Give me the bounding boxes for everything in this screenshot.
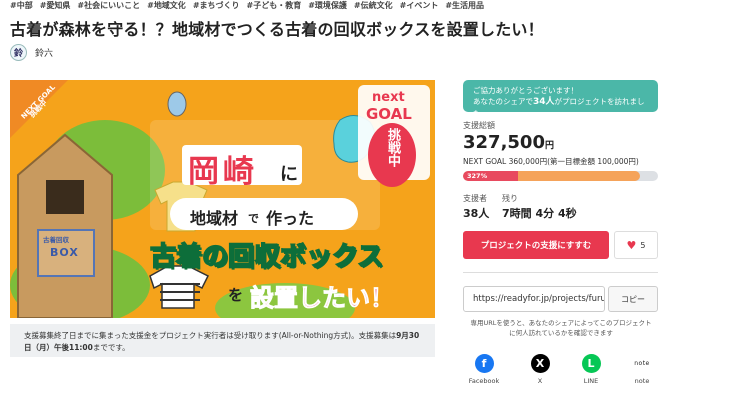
tag-list: #中部 #愛知県 #社会にいいこと #地域文化 #まちづくり #子ども・教育 #… [10, 0, 730, 12]
total-label: 支援総額 [463, 121, 495, 130]
thanks-count: 34人 [533, 97, 555, 107]
next-goal-line1: next [372, 90, 405, 105]
remaining-label: 残り [502, 194, 518, 203]
share-x-label: X [537, 377, 543, 385]
progress-label: 327% [467, 172, 488, 180]
favorite-button[interactable]: ♥ 5 [614, 231, 658, 259]
tag-link[interactable]: #伝統文化 [354, 0, 393, 12]
divider [463, 272, 658, 273]
hero-city: 岡崎 [188, 154, 258, 190]
tag-link[interactable]: #社会にいいこと [77, 0, 140, 12]
amount-currency: 円 [544, 141, 554, 151]
supporters-label: 支援者 [463, 194, 487, 203]
note-icon: note [632, 354, 652, 373]
share-url-field[interactable]: https://readyfor.jp/projects/furugi-okaz… [463, 286, 605, 312]
tag-link[interactable]: #中部 [10, 0, 33, 12]
share-line[interactable]: L LINE [571, 354, 611, 385]
remaining-value: 7時間 4分 4秒 [502, 207, 577, 220]
share-thanks-banner: ご協力ありがとうございます！ あなたのシェアで34人がプロジェクトを訪れました。 [463, 80, 658, 118]
hero-collection-box: 古着の回収ボックス [149, 241, 384, 273]
tag-link[interactable]: #イベント [400, 0, 439, 12]
thanks-line2-start: あなたのシェアで [473, 97, 533, 106]
owner-name[interactable]: 鈴六 [35, 46, 53, 59]
project-title: 古着が森林を守る！？地域材でつくる古着の回収ボックスを設置したい！ [10, 20, 544, 39]
owner-avatar[interactable]: 鈴 [10, 44, 27, 61]
notice-text: 支援募集終了日までに集まった支援金をプロジェクト実行者は受け取ります(All-o… [24, 331, 397, 340]
hero-de: で [248, 212, 259, 225]
supporters-value: 38人 [463, 207, 490, 220]
share-facebook-label: Facebook [468, 377, 500, 385]
tag-link[interactable]: #まちづくり [193, 0, 240, 12]
project-hero-image: NEXT GOAL 挑戦中 next GOAL 挑戦中 岡崎 に 地域材 で 作… [10, 80, 435, 318]
box-sign-top: 古着回収 [43, 236, 69, 244]
thanks-line1: ご協力ありがとうございます！ [473, 86, 578, 95]
tag-link[interactable]: #子ども・教育 [247, 0, 302, 12]
favorite-count: 5 [640, 240, 646, 250]
funding-progress-bar: 327% [463, 171, 658, 181]
hero-made: 作った [266, 209, 315, 228]
project-owner[interactable]: 鈴 鈴六 [10, 44, 53, 61]
heart-icon: ♥ [626, 238, 637, 252]
challenge-text: 挑戦中 [385, 128, 400, 167]
amount-value: 327,500 [463, 132, 545, 153]
tag-link[interactable]: #生活用品 [445, 0, 484, 12]
funding-notice: 支援募集終了日までに集まった支援金をプロジェクト実行者は受け取ります(All-o… [10, 324, 435, 357]
facebook-icon: f [474, 354, 494, 373]
hero-local-wood: 地域材 [190, 209, 239, 228]
support-project-button[interactable]: プロジェクトの支援にすすむ [463, 231, 609, 259]
share-line-label: LINE [583, 377, 599, 385]
next-goal-text: NEXT GOAL 360,000円(第一目標金額 100,000円) [463, 157, 639, 166]
notice-tail: までです。 [92, 343, 130, 352]
tag-link[interactable]: #地域文化 [147, 0, 186, 12]
total-amount: 327,500円 [463, 132, 554, 153]
x-icon: X [530, 354, 550, 373]
share-note-label: note [634, 377, 650, 385]
line-icon: L [581, 354, 601, 373]
copy-url-button[interactable]: コピー [608, 286, 658, 312]
share-url-note: 専用URLを使うと、あなたのシェアによってこのプロジェクトに何人訪れているかを確… [470, 319, 652, 337]
hero-ni: に [280, 164, 298, 185]
tag-link[interactable]: #愛知県 [40, 0, 71, 12]
next-goal-line2: GOAL [366, 105, 412, 123]
share-facebook[interactable]: f Facebook [464, 354, 504, 385]
tag-link[interactable]: #環境保護 [308, 0, 347, 12]
hero-install: 設置したい！ [250, 284, 395, 313]
share-note[interactable]: note note [622, 354, 662, 385]
share-x[interactable]: X X [520, 354, 560, 385]
box-sign: BOX [50, 246, 79, 259]
hero-wo: を [228, 286, 244, 304]
